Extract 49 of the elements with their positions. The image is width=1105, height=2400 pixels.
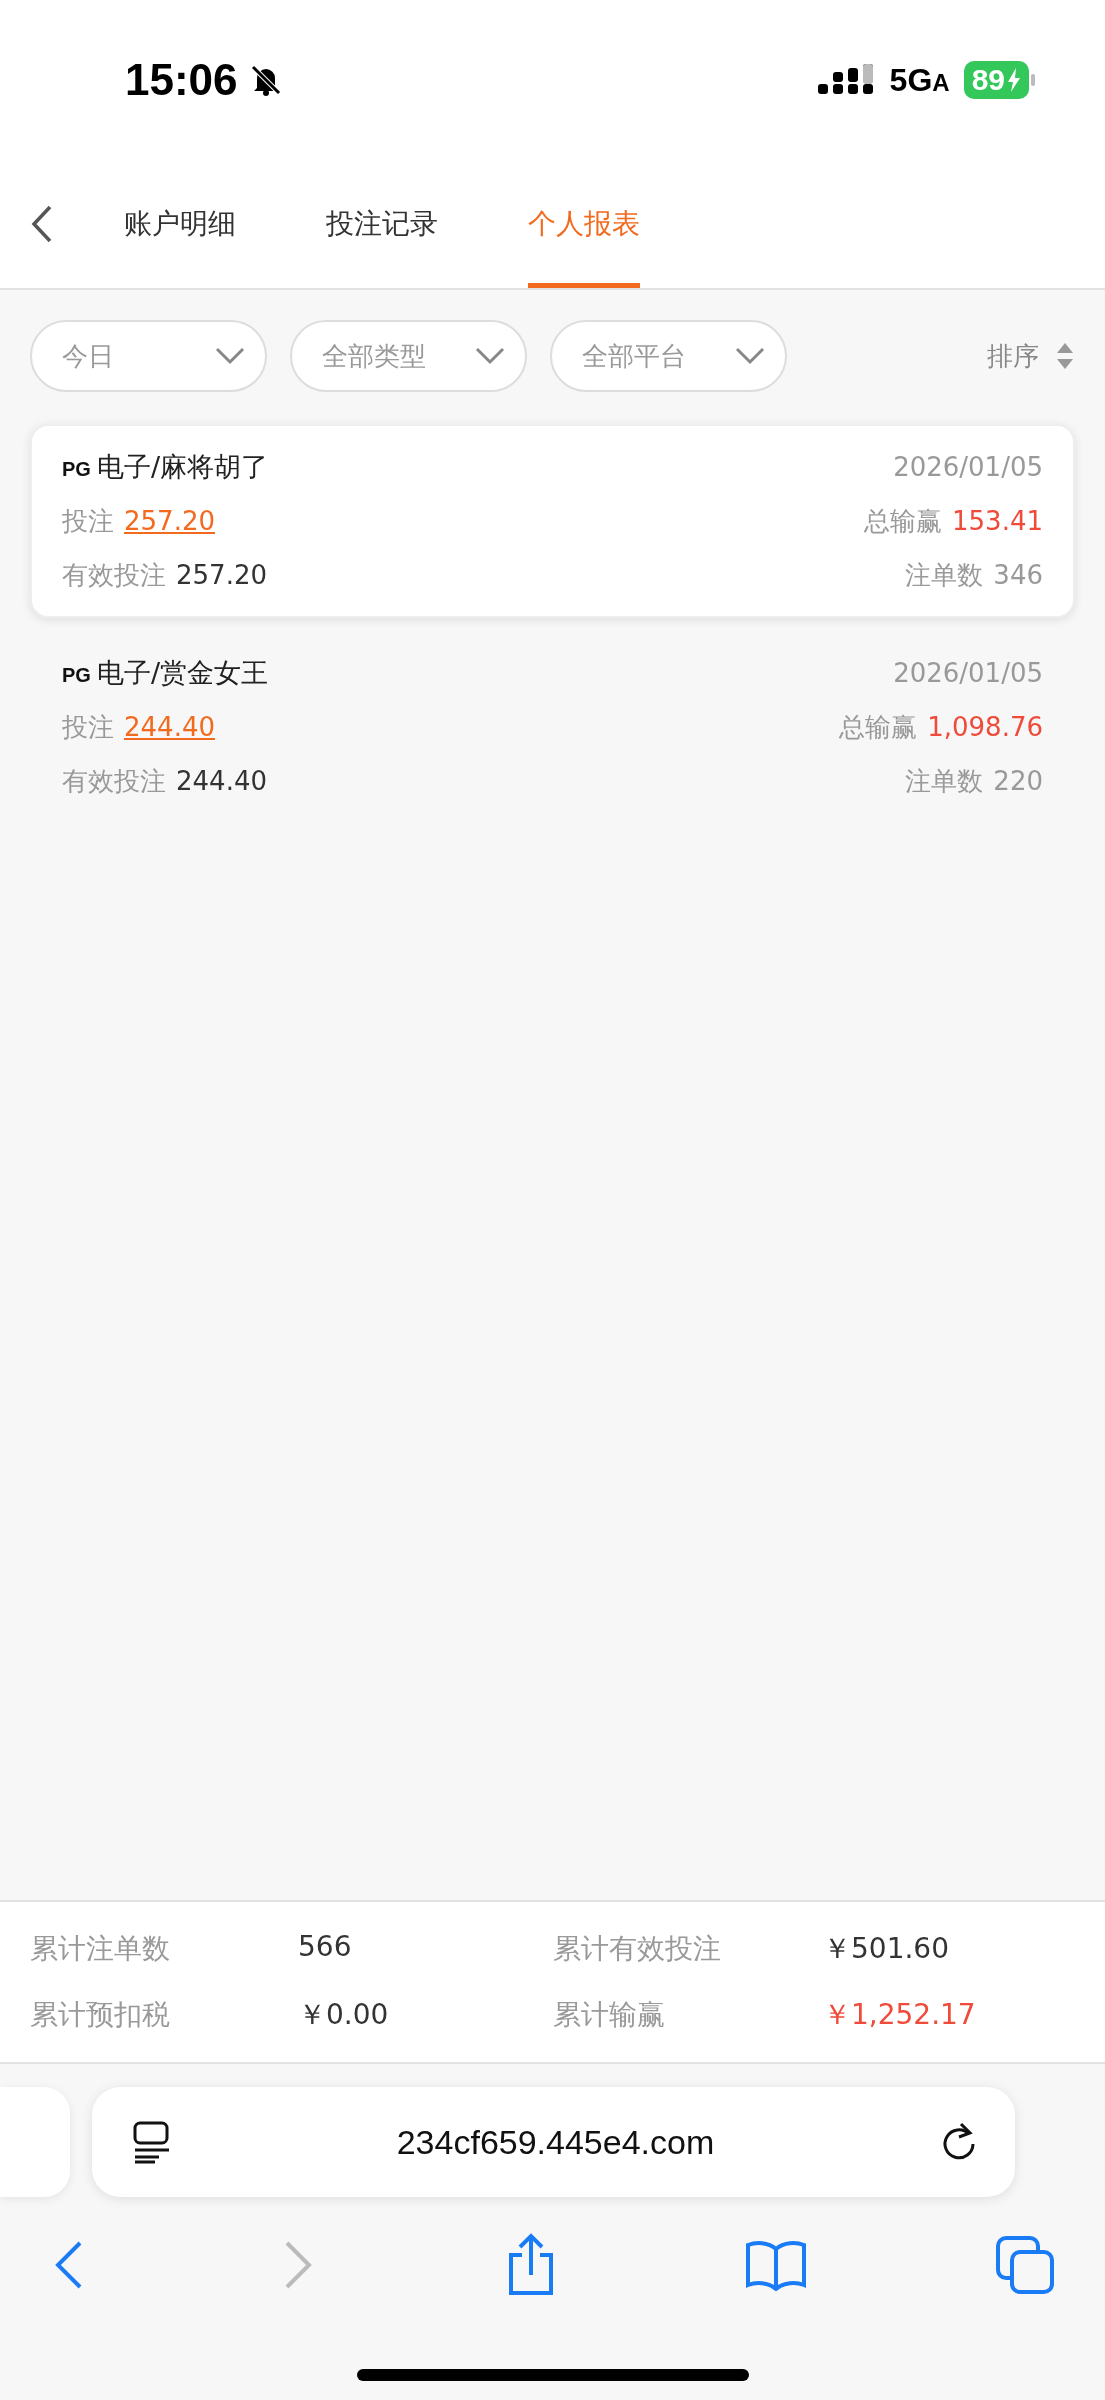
url-text: 234cf659.445e4.com xyxy=(396,2122,715,2162)
valid-bet-label: 有效投注 xyxy=(62,764,166,798)
page-menu-icon[interactable] xyxy=(132,2120,172,2164)
bet-label: 投注 xyxy=(62,710,114,744)
book-icon[interactable] xyxy=(743,2239,808,2291)
filter-dropdown[interactable]: 全部类型 xyxy=(290,320,527,392)
record-card[interactable]: PG 电子/麻将胡了 2026/01/05 投注 257.20 总输赢 153.41 有效投注 257.20 注单数 346 xyxy=(30,424,1075,618)
network-label: 5GA xyxy=(889,61,950,99)
tabs-icon[interactable] xyxy=(995,2235,1055,2295)
tab[interactable]: 账户明细 xyxy=(124,160,236,288)
win-amount: 153.41 xyxy=(952,506,1043,536)
summary-label: 累计注单数 xyxy=(30,1931,171,1967)
record-title: PG 电子/赏金女王 xyxy=(62,656,268,690)
tab[interactable]: 投注记录 xyxy=(326,160,438,288)
order-count: 220 xyxy=(993,766,1043,796)
order-count: 346 xyxy=(993,560,1043,590)
status-time: 15:06 xyxy=(125,55,238,105)
summary-value: ￥1,252.17 xyxy=(823,1997,977,2033)
win-amount: 1,098.76 xyxy=(927,712,1043,742)
summary-value: ￥501.60 xyxy=(823,1931,950,1967)
win-label: 总输赢 xyxy=(864,504,942,538)
filter-dropdown[interactable]: 全部平台 xyxy=(550,320,787,392)
filter-dropdown[interactable]: 今日 xyxy=(30,320,267,392)
chevron-down-icon xyxy=(735,347,765,365)
record-date: 2026/01/05 xyxy=(893,658,1043,688)
order-count-label: 注单数 xyxy=(905,764,984,798)
tab[interactable]: 个人报表 xyxy=(528,160,640,288)
summary-label: 累计输赢 xyxy=(553,1997,666,2033)
chevron-down-icon xyxy=(215,347,245,365)
sort-icon xyxy=(1055,341,1075,371)
valid-bet-amount: 244.40 xyxy=(176,766,267,796)
chevron-down-icon xyxy=(475,347,505,365)
win-label: 总输赢 xyxy=(839,710,918,744)
bet-label: 投注 xyxy=(62,504,114,538)
valid-bet-label: 有效投注 xyxy=(62,558,166,592)
record-date: 2026/01/05 xyxy=(893,452,1043,482)
chevron-left-icon xyxy=(30,204,54,244)
bet-amount-link[interactable]: 244.40 xyxy=(124,712,215,742)
summary-label: 累计有效投注 xyxy=(553,1931,722,1967)
order-count-label: 注单数 xyxy=(905,558,984,592)
valid-bet-amount: 257.20 xyxy=(176,560,267,590)
address-bar[interactable]: 234cf659.445e4.com xyxy=(92,2087,1015,2197)
record-title: PG 电子/麻将胡了 xyxy=(62,450,268,484)
bet-amount-link[interactable]: 257.20 xyxy=(124,506,215,536)
summary-value: 566 xyxy=(298,1930,353,1965)
battery-indicator: 89 xyxy=(963,61,1035,99)
summary-value: ￥0.00 xyxy=(298,1997,390,2033)
summary-label: 累计预扣税 xyxy=(30,1997,171,2033)
sort-button[interactable]: 排序 xyxy=(987,338,1075,374)
